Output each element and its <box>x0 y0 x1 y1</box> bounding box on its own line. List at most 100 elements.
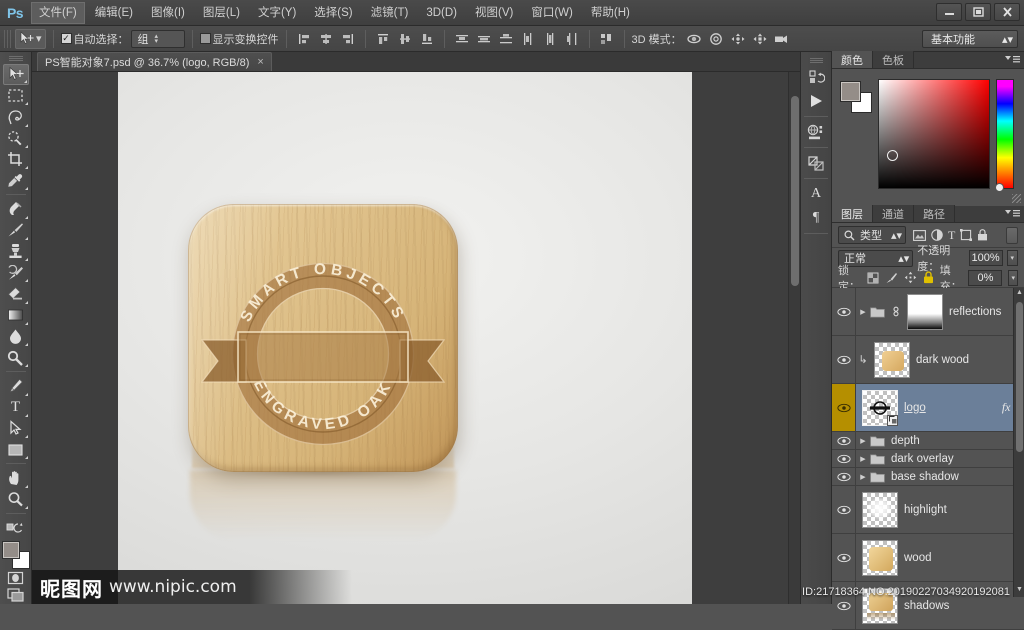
eyedropper-tool[interactable] <box>3 170 29 191</box>
spot-healing-brush-tool[interactable] <box>3 198 29 219</box>
layer-visibility-toggle-depth[interactable] <box>832 432 856 449</box>
lock-all-icon[interactable] <box>923 271 934 284</box>
lasso-tool[interactable] <box>3 106 29 127</box>
layers-panel-menu-icon[interactable] <box>1004 209 1020 218</box>
3d-panel-icon[interactable] <box>803 120 829 144</box>
filter-pixel-icon[interactable] <box>913 229 926 241</box>
tool-preset-chevron-icon[interactable]: ▾ <box>36 32 42 45</box>
brush-tool[interactable] <box>3 220 29 241</box>
align-bottom-edges-icon[interactable] <box>417 29 437 48</box>
layer-row-wood[interactable]: wood <box>832 534 1024 582</box>
distribute-right-edges-icon[interactable] <box>562 29 582 48</box>
layer-row-logo[interactable]: logo fx ▾ <box>832 384 1024 432</box>
3d-pan-icon[interactable] <box>728 29 748 48</box>
menu-edit[interactable]: 编辑(E) <box>87 2 141 24</box>
show-transform-controls-checkbox[interactable] <box>199 33 211 44</box>
clone-stamp-tool[interactable] <box>3 241 29 262</box>
opacity-value[interactable]: 100% <box>968 250 1003 266</box>
layer-thumbnail-logo[interactable] <box>862 389 898 426</box>
layer-row-dark-wood[interactable]: ↳ dark wood <box>832 336 1024 384</box>
distribute-vertical-centers-icon[interactable] <box>474 29 494 48</box>
layer-row-base-shadow[interactable]: ▶ base shadow <box>832 468 1024 486</box>
close-button[interactable] <box>994 3 1020 21</box>
tab-paths[interactable]: 路径 <box>914 205 955 222</box>
auto-select-scope-dropdown[interactable]: 组 ▴ ▾ <box>130 29 185 48</box>
document-canvas[interactable]: SMART OBJECTS ENGRAVED OAK <box>118 72 692 604</box>
color-panel-menu-icon[interactable] <box>1004 55 1020 64</box>
distribute-bottom-edges-icon[interactable] <box>496 29 516 48</box>
layer-visibility-toggle-reflections[interactable] <box>832 288 856 335</box>
menu-select[interactable]: 选择(S) <box>306 2 360 24</box>
scroll-down-icon[interactable]: ▼ <box>1015 586 1024 596</box>
menu-filter[interactable]: 滤镜(T) <box>363 2 417 24</box>
dodge-tool[interactable] <box>3 347 29 368</box>
canvas-scrollbar-thumb[interactable] <box>791 96 799 286</box>
align-right-edges-icon[interactable] <box>338 29 358 48</box>
layer-name-dark-wood[interactable]: dark wood <box>916 354 1024 366</box>
color-panel-resize-grip[interactable] <box>1012 194 1021 203</box>
layer-visibility-toggle-highlight[interactable] <box>832 486 856 533</box>
layer-visibility-toggle-base-shadow[interactable] <box>832 468 856 485</box>
menu-type[interactable]: 文字(Y) <box>250 2 304 24</box>
layer-name-highlight[interactable]: highlight <box>904 504 1024 516</box>
current-tool-preset[interactable]: ▾ <box>15 28 46 49</box>
rectangle-tool[interactable] <box>3 439 29 460</box>
group-expand-arrow-depth[interactable]: ▶ <box>856 437 870 445</box>
layer-name-wood[interactable]: wood <box>904 552 1024 564</box>
distribute-left-edges-icon[interactable] <box>518 29 538 48</box>
menu-3d[interactable]: 3D(D) <box>418 2 465 24</box>
eraser-tool[interactable] <box>3 283 29 304</box>
layer-thumbnail-highlight[interactable] <box>862 491 898 528</box>
group-expand-arrow-dark-overlay[interactable]: ▶ <box>856 455 870 463</box>
menu-image[interactable]: 图像(I) <box>143 2 193 24</box>
layer-name-dark-overlay[interactable]: dark overlay <box>891 453 1024 465</box>
align-horizontal-centers-icon[interactable] <box>316 29 336 48</box>
fill-stepper[interactable]: ▾ <box>1008 269 1019 286</box>
character-panel-icon[interactable]: A <box>803 182 829 206</box>
tab-swatches[interactable]: 色板 <box>873 51 914 68</box>
blur-tool[interactable] <box>3 326 29 347</box>
canvas-area[interactable]: SMART OBJECTS ENGRAVED OAK <box>32 72 800 604</box>
layer-row-reflections[interactable]: ▶ reflections <box>832 288 1024 336</box>
lock-position-icon[interactable] <box>904 271 917 284</box>
layer-name-base-shadow[interactable]: base shadow <box>891 471 1024 483</box>
quick-selection-tool[interactable] <box>3 128 29 149</box>
3d-slide-icon[interactable] <box>750 29 770 48</box>
auto-align-layers-icon[interactable] <box>597 29 617 48</box>
layer-thumbnail-reflections[interactable] <box>907 293 943 330</box>
move-tool[interactable] <box>2 63 29 86</box>
layer-effects-badge[interactable]: fx <box>1002 400 1011 415</box>
3d-orbit-icon[interactable] <box>684 29 704 48</box>
fill-value[interactable]: 0% <box>968 269 1003 286</box>
align-left-edges-icon[interactable] <box>294 29 314 48</box>
menu-file[interactable]: 文件(F) <box>31 1 85 24</box>
tab-color[interactable]: 颜色 <box>832 51 873 68</box>
layers-scrollbar-thumb[interactable] <box>1016 302 1023 452</box>
layer-name-logo[interactable]: logo <box>904 402 1002 414</box>
menu-view[interactable]: 视图(V) <box>467 2 521 24</box>
zoom-tool[interactable] <box>3 489 29 510</box>
paragraph-panel-icon[interactable]: ¶ <box>803 206 829 230</box>
options-bar-grip[interactable] <box>4 29 11 48</box>
gradient-tool[interactable] <box>3 305 29 326</box>
screen-mode-icon[interactable] <box>5 586 27 604</box>
tab-channels[interactable]: 通道 <box>873 205 914 222</box>
distribute-horizontal-centers-icon[interactable] <box>540 29 560 48</box>
quick-mask-icon[interactable] <box>5 569 27 587</box>
color-panel-foreground-swatch[interactable] <box>840 81 861 102</box>
filter-shape-icon[interactable] <box>960 229 973 241</box>
layer-visibility-toggle-dark-overlay[interactable] <box>832 450 856 467</box>
foreground-color-swatch[interactable] <box>1 541 20 560</box>
actions-play-icon[interactable] <box>803 89 829 113</box>
layer-visibility-toggle-wood[interactable] <box>832 534 856 581</box>
color-field-cursor[interactable] <box>887 150 898 161</box>
menu-help[interactable]: 帮助(H) <box>583 2 638 24</box>
maximize-button[interactable] <box>965 3 991 21</box>
lock-transparent-pixels-icon[interactable] <box>867 272 879 284</box>
layer-row-depth[interactable]: ▶ depth <box>832 432 1024 450</box>
history-brush-tool[interactable] <box>3 262 29 283</box>
menu-layer[interactable]: 图层(L) <box>195 2 248 24</box>
align-top-edges-icon[interactable] <box>373 29 393 48</box>
group-expand-arrow-reflections[interactable]: ▶ <box>856 308 870 316</box>
canvas-vertical-scrollbar[interactable] <box>788 72 800 604</box>
